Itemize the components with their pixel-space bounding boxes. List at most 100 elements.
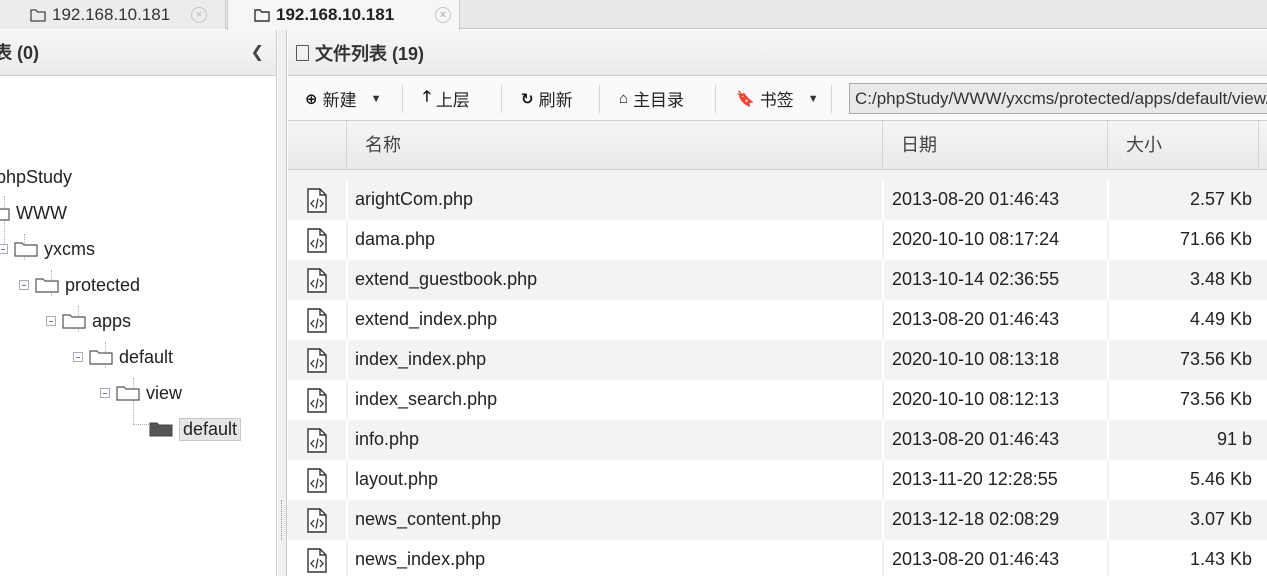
folder-outline-icon <box>62 314 86 329</box>
collapse-node-icon[interactable] <box>46 316 56 326</box>
table-row[interactable]: dama.php 2020-10-10 08:17:24 71.66 Kb <box>288 220 1267 260</box>
bookmark-label: 书签 <box>759 91 794 110</box>
tab-connection-1[interactable]: 192.168.10.181 × <box>0 0 226 29</box>
right-panel-header: 文件列表 (19) <box>288 30 1267 76</box>
path-input[interactable]: C:/phpStudy/WWW/yxcms/protected/apps/def… <box>849 83 1267 114</box>
file-name[interactable]: arightCom.php <box>346 180 882 220</box>
php-file-icon <box>306 348 328 373</box>
file-date: 2013-10-14 02:36:55 <box>882 260 1107 300</box>
collapse-node-icon[interactable] <box>73 352 83 362</box>
file-name[interactable]: extend_index.php <box>346 300 882 340</box>
tree-node-label: protected <box>65 274 141 295</box>
folder-outline-icon <box>116 386 140 401</box>
new-label: 新建 <box>322 91 357 110</box>
file-size: 3.48 Kb <box>1107 260 1258 300</box>
tree-node-label: view <box>146 382 183 403</box>
file-name[interactable]: dama.php <box>346 220 882 260</box>
table-row[interactable]: extend_guestbook.php 2013-10-14 02:36:55 3… <box>288 260 1267 300</box>
home-icon: ⌂ <box>619 90 629 107</box>
php-file-icon <box>306 188 328 213</box>
file-date: 2020-10-10 08:12:13 <box>882 380 1107 420</box>
file-icon-cell <box>288 460 346 500</box>
chevron-down-icon: ▼ <box>807 92 819 105</box>
bookmark-button[interactable]: 🔖 书签 ▼ <box>736 76 819 121</box>
size-column-header[interactable]: 大小 <box>1107 121 1258 170</box>
tree-node-default-selected[interactable]: default <box>149 416 242 442</box>
file-grid-body: arightCom.php 2013-08-20 01:46:43 2.57 Kb d… <box>288 170 1267 576</box>
file-name[interactable]: index_search.php <box>346 380 882 420</box>
up-label: 上层 <box>435 91 470 110</box>
php-file-icon <box>306 548 328 573</box>
panel-splitter[interactable] <box>278 30 287 576</box>
file-list-panel: 文件列表 (19) ⊕ 新建 ▼ 🡑 上层 ↻ 刷新 ⌂ 主目录 🔖 书签 ▼ <box>288 30 1267 576</box>
file-date: 2020-10-10 08:17:24 <box>882 220 1107 260</box>
file-size: 73.56 Kb <box>1107 340 1258 380</box>
file-icon-cell <box>288 380 346 420</box>
table-row[interactable]: extend_index.php 2013-08-20 01:46:43 4.49 … <box>288 300 1267 340</box>
file-icon-cell <box>288 180 346 220</box>
chevron-down-icon: ▼ <box>370 92 382 105</box>
up-button[interactable]: 🡑 上层 <box>423 76 470 121</box>
table-row[interactable]: news_content.php 2013-12-18 02:08:29 3.07 … <box>288 500 1267 540</box>
php-file-icon <box>306 228 328 253</box>
home-label: 主目录 <box>633 91 685 110</box>
new-button[interactable]: ⊕ 新建 ▼ <box>305 76 381 121</box>
table-row[interactable]: index_search.php 2020-10-10 08:12:13 73.56… <box>288 380 1267 420</box>
tree-node-yxcms[interactable]: yxcms <box>0 236 95 262</box>
folder-outline-icon <box>0 208 10 221</box>
file-toolbar: ⊕ 新建 ▼ 🡑 上层 ↻ 刷新 ⌂ 主目录 🔖 书签 ▼ C:/phpStud… <box>288 76 1267 121</box>
file-size: 91 b <box>1107 420 1258 460</box>
folder-outline-icon <box>35 278 59 293</box>
file-size: 5.46 Kb <box>1107 460 1258 500</box>
document-icon <box>296 44 309 61</box>
tab-bar: 192.168.10.181 × 192.168.10.181 × <box>0 0 1267 30</box>
file-grid-header: 名称 日期 大小 <box>288 121 1267 170</box>
tab-label: 192.168.10.181 <box>52 4 171 24</box>
file-icon-cell <box>288 500 346 540</box>
file-name[interactable]: extend_guestbook.php <box>346 260 882 300</box>
file-name[interactable]: layout.php <box>346 460 882 500</box>
php-file-icon <box>306 308 328 333</box>
table-row[interactable]: layout.php 2013-11-20 12:28:55 5.46 Kb <box>288 460 1267 500</box>
tree-node-apps[interactable]: apps <box>46 308 131 334</box>
directory-tree-panel: 表 (0) ❮ phpStudy WWW yxcms protected app… <box>0 30 277 576</box>
refresh-label: 刷新 <box>538 91 573 110</box>
collapse-node-icon[interactable] <box>0 244 8 254</box>
tab-connection-2[interactable]: 192.168.10.181 × <box>227 0 460 30</box>
folder-outline-icon <box>254 9 270 22</box>
file-name[interactable]: info.php <box>346 420 882 460</box>
collapse-node-icon[interactable] <box>19 280 29 290</box>
tree-node-www[interactable]: WWW <box>0 200 67 226</box>
close-tab-icon[interactable]: × <box>435 7 451 23</box>
collapse-node-icon[interactable] <box>100 388 110 398</box>
file-name[interactable]: news_content.php <box>346 500 882 540</box>
file-name[interactable]: news_index.php <box>346 540 882 576</box>
collapse-panel-icon[interactable]: ❮ <box>251 30 264 76</box>
tree-node-protected[interactable]: protected <box>19 272 140 298</box>
table-row[interactable]: index_index.php 2020-10-10 08:13:18 73.56 … <box>288 340 1267 380</box>
tree-node-phpstudy[interactable]: phpStudy <box>0 164 72 190</box>
table-row[interactable]: arightCom.php 2013-08-20 01:46:43 2.57 Kb <box>288 180 1267 220</box>
tree-node-label: phpStudy <box>0 166 73 187</box>
name-column-header[interactable]: 名称 <box>346 121 882 170</box>
file-date: 2013-12-18 02:08:29 <box>882 500 1107 540</box>
tree-node-label: yxcms <box>44 238 95 259</box>
file-date: 2013-08-20 01:46:43 <box>882 180 1107 220</box>
home-button[interactable]: ⌂ 主目录 <box>619 76 684 121</box>
php-file-icon <box>306 428 328 453</box>
date-column-header[interactable]: 日期 <box>882 121 1107 170</box>
file-name[interactable]: index_index.php <box>346 340 882 380</box>
extra-column-header <box>1258 121 1267 170</box>
table-row[interactable]: news_index.php 2013-08-20 01:46:43 1.43 Kb <box>288 540 1267 576</box>
file-size: 4.49 Kb <box>1107 300 1258 340</box>
folder-outline-icon <box>30 8 46 22</box>
file-size: 71.66 Kb <box>1107 220 1258 260</box>
file-date: 2013-08-20 01:46:43 <box>882 300 1107 340</box>
close-tab-icon[interactable]: × <box>191 7 207 23</box>
left-panel-header: 表 (0) ❮ <box>0 30 276 76</box>
table-row[interactable]: info.php 2013-08-20 01:46:43 91 b <box>288 420 1267 460</box>
bookmark-icon: 🔖 <box>736 90 755 108</box>
tree-node-default[interactable]: default <box>73 344 173 370</box>
tree-node-view[interactable]: view <box>100 380 182 406</box>
refresh-button[interactable]: ↻ 刷新 <box>521 76 573 121</box>
